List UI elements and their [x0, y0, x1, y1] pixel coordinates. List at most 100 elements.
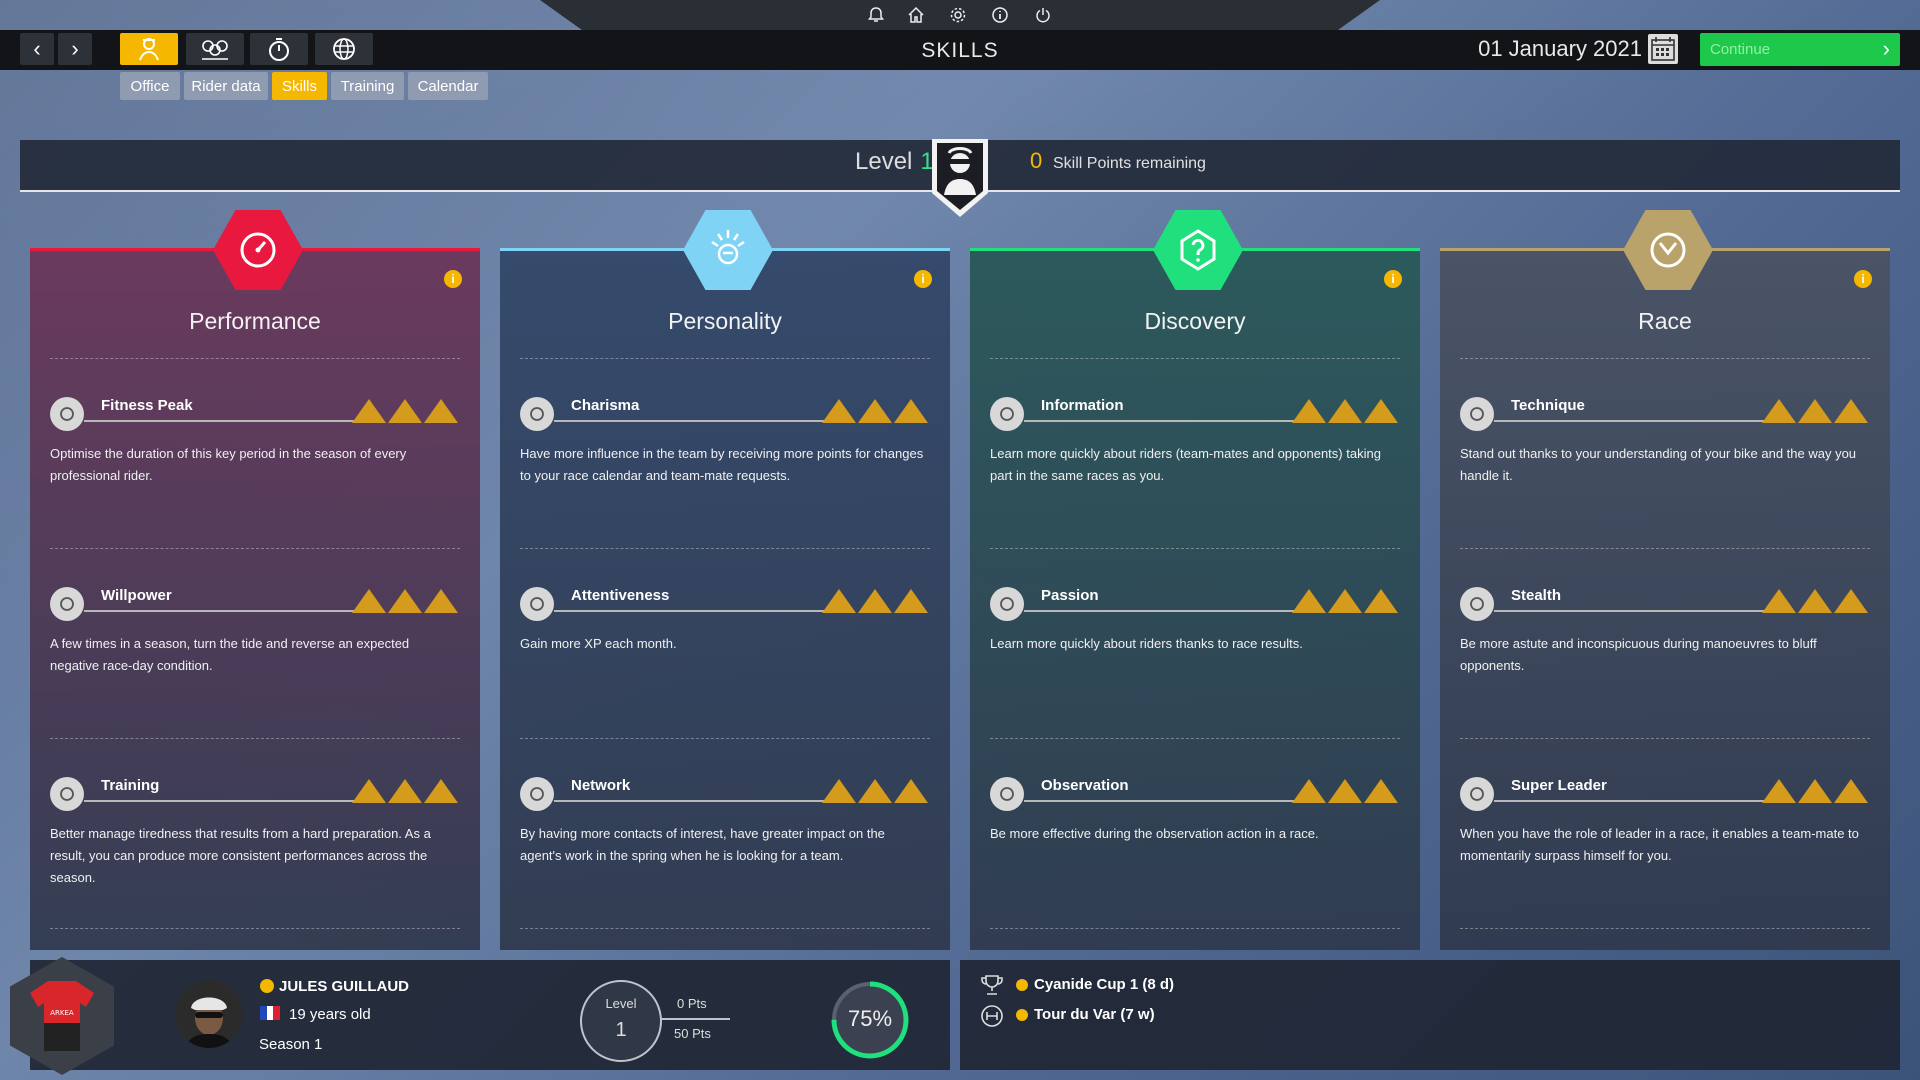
- skill-rank-icon[interactable]: [1760, 397, 1870, 423]
- rider-panel: [30, 960, 950, 1070]
- skill-rank-icon[interactable]: [820, 397, 930, 423]
- timer-mode-button[interactable]: [250, 33, 308, 65]
- avatar[interactable]: [175, 980, 243, 1048]
- skill-attentiveness[interactable]: Attentiveness Gain more XP each month.: [520, 563, 930, 753]
- back-button[interactable]: ‹: [20, 33, 54, 65]
- race-name[interactable]: Cyanide Cup 1 (8 d): [1034, 976, 1174, 993]
- skill-rank-icon[interactable]: [350, 587, 460, 613]
- jersey-brand: ARKEA: [50, 1009, 74, 1017]
- skill-rank-icon[interactable]: [820, 587, 930, 613]
- rider-portrait-icon: [175, 980, 243, 1048]
- gear-icon[interactable]: [946, 3, 970, 27]
- skill-column-race: i Race Technique Stand out thanks to your u…: [1440, 210, 1890, 950]
- continue-button[interactable]: Continue ›: [1700, 33, 1900, 66]
- skill-rank-icon[interactable]: [820, 777, 930, 803]
- crowd-icon: [683, 210, 773, 290]
- skill-progress-line: [554, 610, 854, 612]
- skill-description: Be more astute and inconspicuous during …: [1460, 636, 1817, 673]
- skill-name: Willpower: [101, 587, 172, 604]
- rider-age: 19 years old: [289, 1006, 371, 1023]
- skill-progress-line: [84, 420, 384, 422]
- skill-network[interactable]: Network By having more contacts of intere…: [520, 753, 930, 943]
- skill-progress-line: [1494, 800, 1794, 802]
- skill-column-performance: i Performance Fitness Peak Optimise the dur…: [30, 210, 480, 950]
- skill-rank-icon[interactable]: [1760, 777, 1870, 803]
- race-info-icon[interactable]: [1016, 1009, 1028, 1021]
- stopwatch-icon: [269, 38, 289, 61]
- skill-description: Gain more XP each month.: [520, 636, 677, 651]
- skill-passion[interactable]: Passion Learn more quickly about riders t…: [990, 563, 1400, 753]
- skill-willpower[interactable]: Willpower A few times in a season, turn t…: [50, 563, 460, 753]
- skill-progress-line: [1024, 800, 1324, 802]
- skill-name: Network: [571, 777, 631, 794]
- condition-value: 75%: [847, 1006, 893, 1031]
- jersey-icon: [990, 587, 1024, 621]
- tab-rider-data[interactable]: Rider data: [184, 72, 268, 100]
- calendar-button[interactable]: [1648, 34, 1678, 64]
- power-icon[interactable]: [1031, 3, 1055, 27]
- skill-training[interactable]: Training Better manage tiredness that res…: [50, 753, 460, 943]
- speedometer-icon: [213, 210, 303, 290]
- skill-name: Observation: [1041, 777, 1129, 794]
- question-icon: [1153, 210, 1243, 290]
- skill-name: Stealth: [1511, 587, 1562, 604]
- info-icon[interactable]: i: [1854, 270, 1872, 288]
- level-circle: Level 1: [580, 980, 662, 1062]
- skill-progress-line: [1024, 610, 1324, 612]
- skill-points-label: Skill Points remaining: [1053, 155, 1206, 172]
- skill-rank-icon[interactable]: [350, 777, 460, 803]
- divider: [50, 358, 460, 359]
- team-mode-button[interactable]: [186, 33, 244, 65]
- info-icon[interactable]: i: [1384, 270, 1402, 288]
- skill-progress-line: [1494, 610, 1794, 612]
- skill-stealth[interactable]: Stealth Be more astute and inconspicuous …: [1460, 563, 1870, 753]
- divider: [520, 358, 930, 359]
- info-icon[interactable]: i: [444, 270, 462, 288]
- bike-icon: [1460, 397, 1494, 431]
- skill-information[interactable]: Information Learn more quickly about ride…: [990, 373, 1400, 563]
- skill-description: Have more influence in the team by recei…: [520, 446, 924, 483]
- skill-description: Stand out thanks to your understanding o…: [1460, 446, 1857, 483]
- tab-skills[interactable]: Skills: [272, 72, 327, 100]
- skill-super-leader[interactable]: Super Leader When you have the role of le…: [1460, 753, 1870, 943]
- race-info-icon[interactable]: [1016, 979, 1028, 991]
- race-name[interactable]: Tour du Var (7 w): [1034, 1006, 1155, 1023]
- system-bar: [0, 0, 1920, 30]
- wheel-icon: [1623, 210, 1713, 290]
- globe-icon: [333, 38, 355, 60]
- skill-name: Training: [101, 777, 160, 794]
- skill-rank-icon[interactable]: [1760, 587, 1870, 613]
- level-label: Level: [855, 148, 913, 175]
- home-icon[interactable]: [904, 3, 928, 27]
- tab-calendar[interactable]: Calendar: [408, 72, 488, 100]
- skill-charisma[interactable]: Charisma Have more influence in the team …: [520, 373, 930, 563]
- rider-name: JULES GUILLAUD: [279, 978, 410, 995]
- info-icon[interactable]: [988, 3, 1012, 27]
- calendar-icon: [1651, 37, 1675, 61]
- drop-icon: [50, 397, 84, 431]
- skill-rank-icon[interactable]: [1290, 397, 1400, 423]
- skill-rank-icon[interactable]: [1290, 587, 1400, 613]
- skill-name: Information: [1041, 397, 1124, 414]
- team-icon: [202, 40, 228, 60]
- france-flag-icon: [260, 1006, 280, 1020]
- rider-mode-button[interactable]: [120, 33, 178, 65]
- bell-icon[interactable]: [864, 3, 888, 27]
- speech-icon: [990, 777, 1024, 811]
- skill-rank-icon[interactable]: [350, 397, 460, 423]
- smile-icon: [50, 587, 84, 621]
- tab-office[interactable]: Office: [120, 72, 180, 100]
- skill-fitness-peak[interactable]: Fitness Peak Optimise the duration of thi…: [50, 373, 460, 563]
- skill-rank-icon[interactable]: [1290, 777, 1400, 803]
- skill-description: Better manage tiredness that results fro…: [50, 826, 431, 885]
- tab-training[interactable]: Training: [331, 72, 404, 100]
- forward-button[interactable]: ›: [58, 33, 92, 65]
- info-icon[interactable]: i: [914, 270, 932, 288]
- skill-observation[interactable]: Observation Be more effective during the …: [990, 753, 1400, 943]
- skill-technique[interactable]: Technique Stand out thanks to your unders…: [1460, 373, 1870, 563]
- rider-info-icon[interactable]: [260, 979, 274, 993]
- continue-label: Continue: [1710, 41, 1771, 58]
- skill-name: Super Leader: [1511, 777, 1607, 794]
- world-mode-button[interactable]: [315, 33, 373, 65]
- skill-column-discovery: i Discovery Information Learn more quickly …: [970, 210, 1420, 950]
